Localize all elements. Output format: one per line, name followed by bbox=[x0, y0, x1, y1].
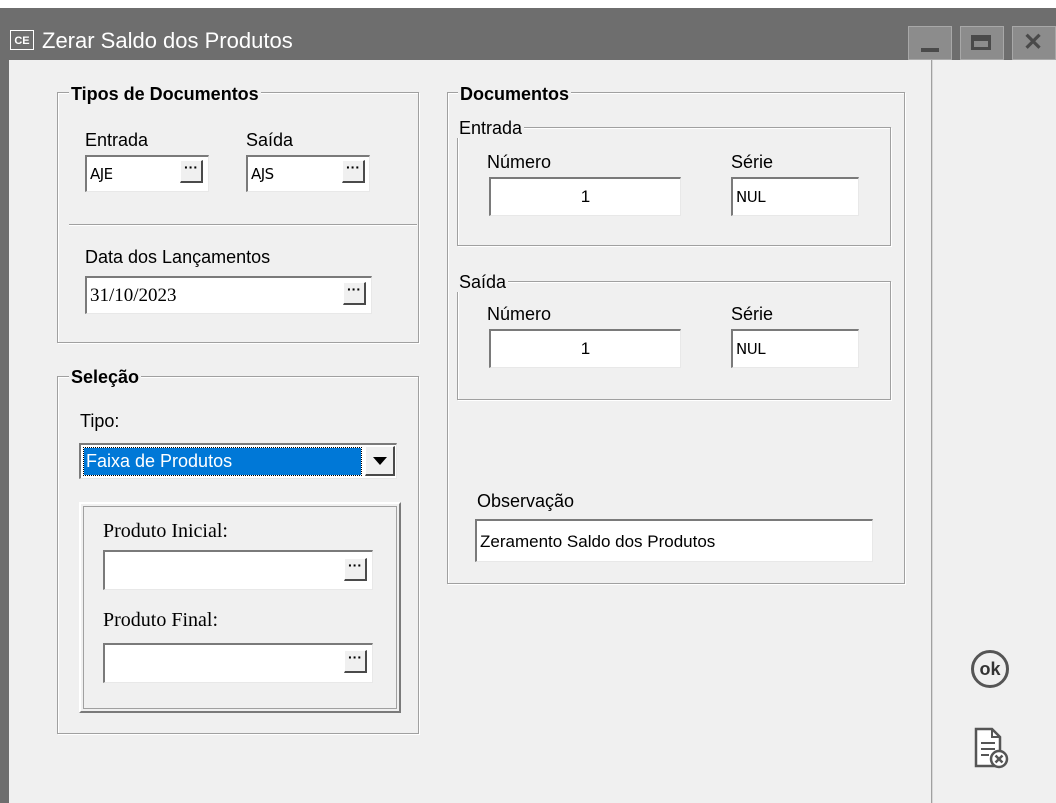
doc-entrada-serie-field[interactable]: NUL bbox=[731, 177, 859, 216]
tipo-label: Tipo: bbox=[80, 411, 120, 431]
data-lancamentos-picker-button[interactable]: ··· bbox=[343, 282, 366, 305]
doc-saida-serie-label: Série bbox=[731, 304, 774, 324]
cancel-document-icon bbox=[974, 727, 1009, 769]
button-panel-divider bbox=[931, 60, 933, 803]
entrada-label: Entrada bbox=[85, 130, 149, 150]
produto-inicial-lookup-button[interactable]: ··· bbox=[344, 558, 367, 581]
doc-saida-title: Saída bbox=[457, 272, 509, 292]
observacao-label: Observação bbox=[477, 491, 575, 511]
tipos-separator bbox=[69, 224, 417, 226]
maximize-icon bbox=[971, 35, 991, 50]
tipo-dropdown-button[interactable] bbox=[365, 446, 395, 476]
produto-final-field[interactable] bbox=[103, 643, 373, 683]
entrada-tipo-lookup-button[interactable]: ··· bbox=[180, 160, 203, 183]
minimize-button[interactable] bbox=[908, 26, 952, 60]
selecao-title: Seleção bbox=[69, 367, 142, 387]
close-icon: ✕ bbox=[1023, 29, 1044, 56]
doc-entrada-numero-field[interactable]: 1 bbox=[489, 177, 681, 216]
data-lancamentos-label: Data dos Lançamentos bbox=[85, 247, 271, 267]
cancel-button[interactable] bbox=[972, 726, 1012, 772]
minimize-icon bbox=[921, 48, 939, 52]
produto-inicial-label: Produto Inicial: bbox=[103, 520, 228, 542]
saida-tipo-lookup-button[interactable]: ··· bbox=[342, 160, 365, 183]
maximize-button[interactable] bbox=[960, 26, 1004, 60]
tipos-documentos-title: Tipos de Documentos bbox=[69, 84, 261, 104]
window-title: Zerar Saldo dos Produtos bbox=[42, 28, 293, 53]
doc-entrada-numero-label: Número bbox=[487, 152, 552, 172]
documentos-title: Documentos bbox=[458, 84, 572, 104]
chevron-down-icon bbox=[373, 457, 387, 465]
title-bar[interactable]: CE Zerar Saldo dos Produtos ✕ bbox=[0, 8, 1056, 60]
doc-saida-serie-field[interactable]: NUL bbox=[731, 329, 859, 368]
data-lancamentos-field[interactable]: 31/10/2023 bbox=[85, 276, 372, 314]
ok-button[interactable]: ok bbox=[971, 650, 1009, 688]
tipo-selecao-dropdown[interactable]: Faixa de Produtos bbox=[79, 443, 397, 479]
doc-entrada-title: Entrada bbox=[457, 118, 525, 138]
doc-saida-numero-field[interactable]: 1 bbox=[489, 329, 681, 368]
window-left-border bbox=[0, 8, 9, 803]
tipo-selected-value: Faixa de Produtos bbox=[83, 447, 362, 476]
screen-top-edge bbox=[0, 0, 1056, 8]
observacao-field[interactable]: Zeramento Saldo dos Produtos bbox=[475, 519, 873, 562]
doc-saida-numero-label: Número bbox=[487, 304, 552, 324]
produto-inicial-field[interactable] bbox=[103, 550, 373, 590]
saida-label: Saída bbox=[246, 130, 294, 150]
close-button[interactable]: ✕ bbox=[1012, 26, 1056, 60]
doc-entrada-serie-label: Série bbox=[731, 152, 774, 172]
produto-final-lookup-button[interactable]: ··· bbox=[344, 650, 367, 673]
ce-app-icon[interactable]: CE bbox=[10, 30, 34, 50]
produto-final-label: Produto Final: bbox=[103, 609, 219, 631]
